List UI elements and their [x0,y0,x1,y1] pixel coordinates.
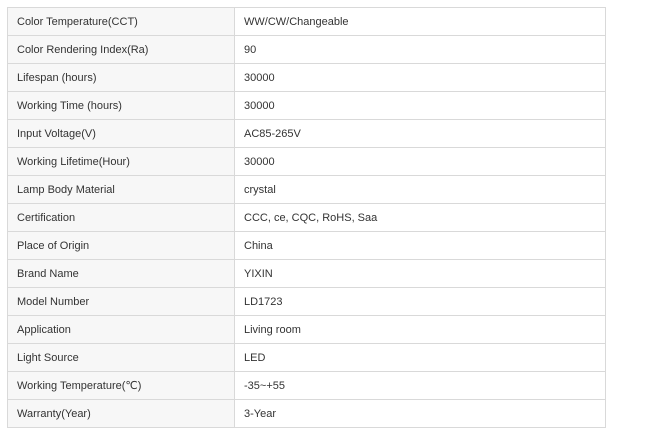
spec-value: 30000 [234,91,606,120]
table-row: Color Temperature(CCT) WW/CW/Changeable [7,7,606,36]
spec-label: Color Rendering Index(Ra) [7,35,235,64]
spec-label: Lamp Body Material [7,175,235,204]
spec-value: 90 [234,35,606,64]
table-row: Working Temperature(℃) -35~+55 [7,371,606,400]
spec-label: Place of Origin [7,231,235,260]
table-row: Input Voltage(V) AC85-265V [7,119,606,148]
spec-label: Working Lifetime(Hour) [7,147,235,176]
table-row: Certification CCC, ce, CQC, RoHS, Saa [7,203,606,232]
spec-label: Input Voltage(V) [7,119,235,148]
table-row: Model Number LD1723 [7,287,606,316]
spec-value: LED [234,343,606,372]
spec-value: CCC, ce, CQC, RoHS, Saa [234,203,606,232]
spec-value: 3-Year [234,399,606,428]
spec-label: Warranty(Year) [7,399,235,428]
spec-value: Living room [234,315,606,344]
spec-value: 30000 [234,147,606,176]
spec-label: Lifespan (hours) [7,63,235,92]
table-row: Brand Name YIXIN [7,259,606,288]
spec-label: Model Number [7,287,235,316]
spec-value: -35~+55 [234,371,606,400]
spec-value: 30000 [234,63,606,92]
spec-label: Brand Name [7,259,235,288]
spec-value: YIXIN [234,259,606,288]
spec-label: Color Temperature(CCT) [7,7,235,36]
table-row: Lifespan (hours) 30000 [7,63,606,92]
spec-value: LD1723 [234,287,606,316]
spec-value: AC85-265V [234,119,606,148]
spec-label: Light Source [7,343,235,372]
table-row: Light Source LED [7,343,606,372]
table-row: Color Rendering Index(Ra) 90 [7,35,606,64]
spec-label: Certification [7,203,235,232]
spec-table-body: Color Temperature(CCT) WW/CW/Changeable … [7,7,606,428]
spec-value: WW/CW/Changeable [234,7,606,36]
spec-value: crystal [234,175,606,204]
table-row: Working Lifetime(Hour) 30000 [7,147,606,176]
spec-label: Working Temperature(℃) [7,371,235,400]
spec-label: Application [7,315,235,344]
table-row: Working Time (hours) 30000 [7,91,606,120]
table-row: Warranty(Year) 3-Year [7,399,606,428]
spec-label: Working Time (hours) [7,91,235,120]
spec-table: Color Temperature(CCT) WW/CW/Changeable … [7,7,606,428]
spec-value: China [234,231,606,260]
table-row: Application Living room [7,315,606,344]
table-row: Place of Origin China [7,231,606,260]
table-row: Lamp Body Material crystal [7,175,606,204]
